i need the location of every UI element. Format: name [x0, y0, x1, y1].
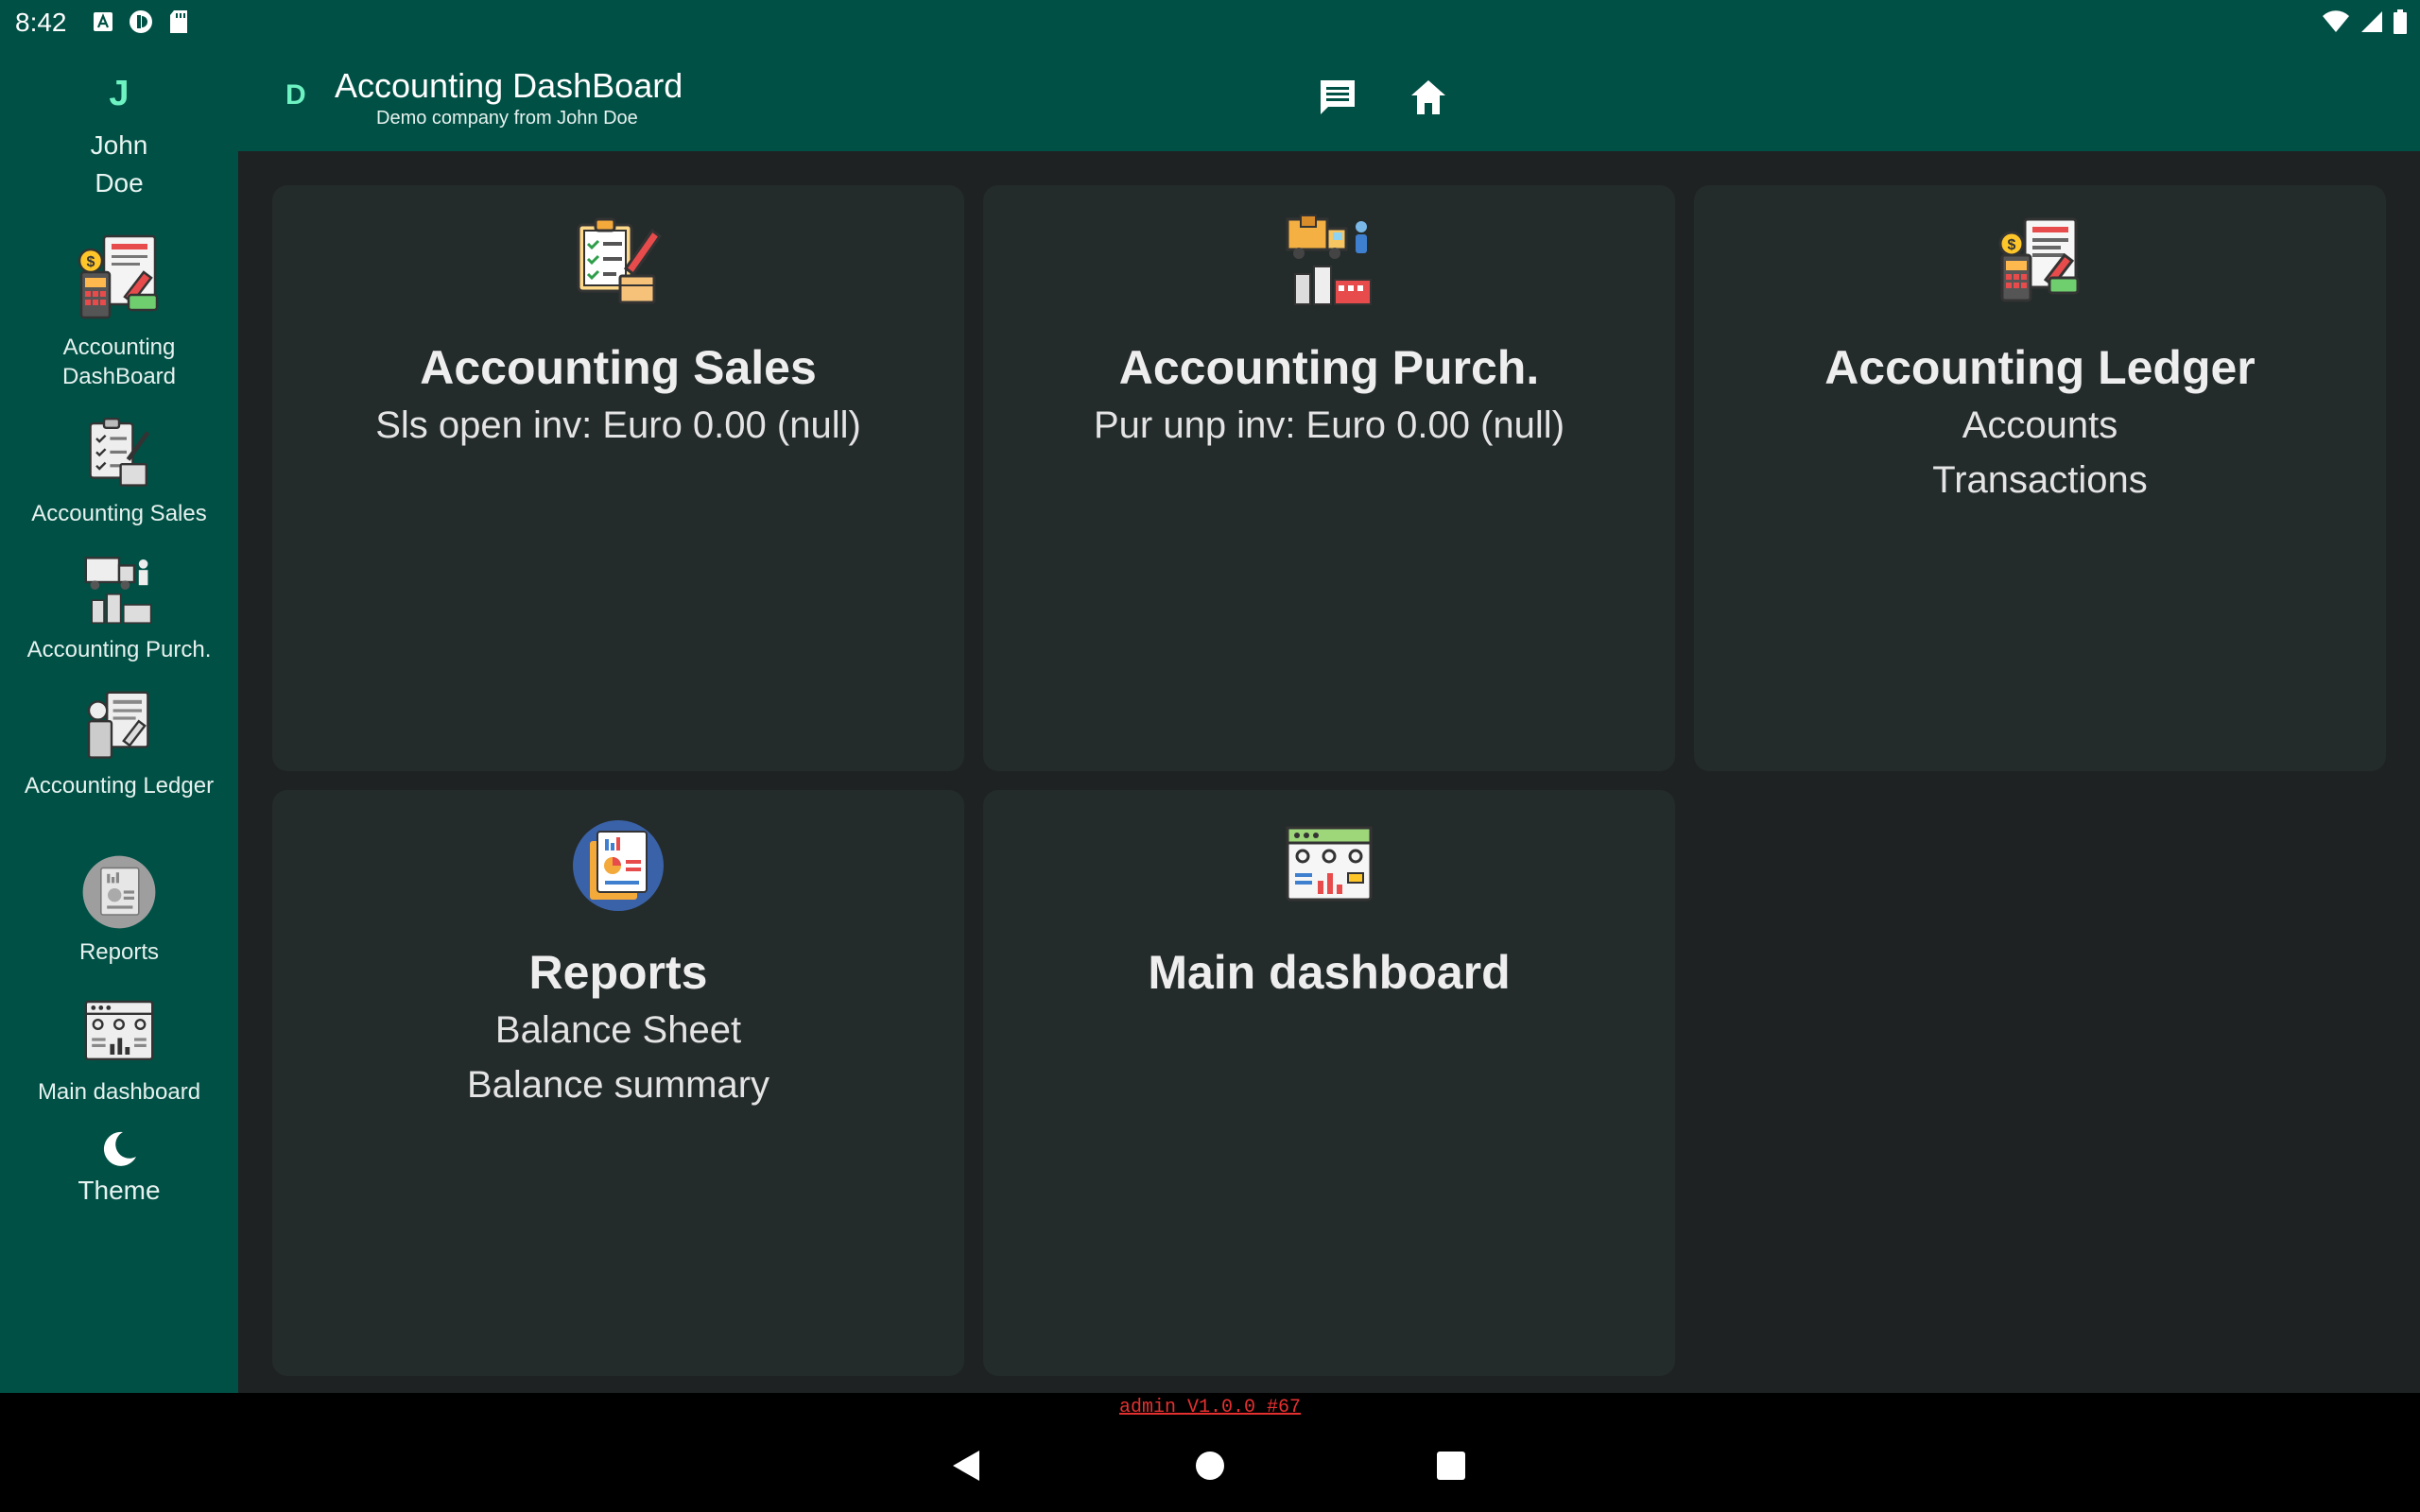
card-detail: Transactions	[1932, 459, 2148, 501]
card-detail: Balance summary	[466, 1064, 770, 1106]
card-detail: Balance Sheet	[494, 1009, 742, 1051]
recents-button[interactable]	[1427, 1442, 1475, 1489]
nav-rail: J John Doe $ Accounting DashBoard Accoun…	[0, 45, 238, 1393]
card-title: Reports	[528, 946, 708, 999]
chat-button[interactable]	[1314, 74, 1361, 121]
delivery-truck-icon	[1286, 215, 1372, 305]
status-time: 8:42	[15, 8, 67, 37]
page-subtitle: Demo company from John Doe	[376, 108, 638, 129]
card-accounting-sales[interactable]: Accounting Sales Sls open inv: Euro 0.00…	[272, 185, 964, 771]
circle-home-icon	[1196, 1452, 1224, 1480]
svg-text:$: $	[87, 254, 95, 270]
system-nav-bar: admin V1.0.0 #67	[0, 1393, 2420, 1512]
app-notification-icon	[129, 9, 153, 34]
home-nav-button[interactable]	[1186, 1442, 1234, 1489]
sidebar-item-label: Accounting Purch.	[26, 637, 212, 662]
svg-text:$: $	[2008, 237, 2016, 253]
back-icon	[953, 1451, 979, 1481]
theme-label: Theme	[78, 1176, 161, 1205]
card-accounting-purch[interactable]: Accounting Purch. Pur unp inv: Euro 0.00…	[983, 185, 1675, 771]
version-label[interactable]: admin V1.0.0 #67	[0, 1397, 2420, 1418]
theme-toggle[interactable]: Theme	[0, 1128, 238, 1205]
sidebar-item-label: Accounting Sales	[31, 501, 207, 526]
sidebar-item-accounting-sales[interactable]: Accounting Sales	[0, 416, 238, 528]
sidebar-item-main-dashboard[interactable]: Main dashboard	[0, 994, 238, 1107]
card-title: Accounting Sales	[420, 341, 817, 394]
app-bar: D Accounting DashBoard Demo company from…	[238, 45, 2420, 151]
sidebar-item-label: Accounting Ledger	[24, 773, 215, 799]
user-name: John Doe	[90, 130, 148, 198]
signal-icon	[2360, 9, 2384, 39]
page-title: Accounting DashBoard	[335, 66, 683, 105]
report-icon	[82, 855, 156, 929]
wifi-icon	[2322, 9, 2350, 39]
home-button[interactable]	[1405, 74, 1452, 121]
ledger-calculator-icon	[87, 691, 149, 759]
card-accounting-ledger[interactable]: $ Accounting Ledger Accounts Transaction…	[1694, 185, 2386, 771]
sidebar-item-accounting-ledger[interactable]: Accounting Ledger	[0, 688, 238, 800]
report-icon	[573, 820, 664, 911]
recents-icon	[1437, 1452, 1465, 1480]
card-main-dashboard[interactable]: Main dashboard	[983, 790, 1675, 1376]
card-title: Accounting Ledger	[1824, 341, 2256, 394]
card-title: Accounting Purch.	[1118, 341, 1540, 394]
card-title: Main dashboard	[1148, 946, 1511, 999]
company-avatar[interactable]: D	[285, 79, 306, 112]
status-bar: 8:42	[0, 0, 2420, 45]
card-detail: Sls open inv: Euro 0.00 (null)	[375, 404, 861, 446]
clipboard-checklist-icon	[577, 217, 663, 304]
back-button[interactable]	[942, 1442, 990, 1489]
moon-icon	[103, 1131, 136, 1166]
card-detail: Accounts	[1962, 404, 2118, 446]
a-notification-icon	[91, 9, 115, 34]
sidebar-item-accounting-dashboard[interactable]: $ Accounting DashBoard	[0, 231, 238, 391]
sidebar-item-accounting-purch[interactable]: Accounting Purch.	[0, 552, 238, 664]
home-icon	[1411, 80, 1445, 114]
sd-card-icon	[166, 9, 191, 34]
sidebar-item-label: Reports	[78, 939, 160, 965]
ledger-calculator-icon: $	[1998, 217, 2080, 302]
dashboard-icon	[1286, 826, 1373, 902]
battery-icon	[2394, 9, 2407, 39]
card-detail: Pur unp inv: Euro 0.00 (null)	[1093, 404, 1565, 446]
delivery-truck-icon	[84, 557, 152, 624]
sidebar-item-reports[interactable]: Reports	[0, 854, 238, 967]
sidebar-item-label: Main dashboard	[37, 1079, 201, 1105]
card-reports[interactable]: Reports Balance Sheet Balance summary	[272, 790, 964, 1376]
clipboard-checklist-icon	[89, 418, 150, 487]
user-avatar[interactable]: J	[0, 74, 238, 114]
dashboard-icon	[84, 1000, 154, 1060]
sidebar-item-label: Accounting DashBoard	[61, 335, 177, 389]
accounting-dashboard-icon: $	[78, 234, 159, 319]
chat-icon	[1321, 80, 1355, 114]
